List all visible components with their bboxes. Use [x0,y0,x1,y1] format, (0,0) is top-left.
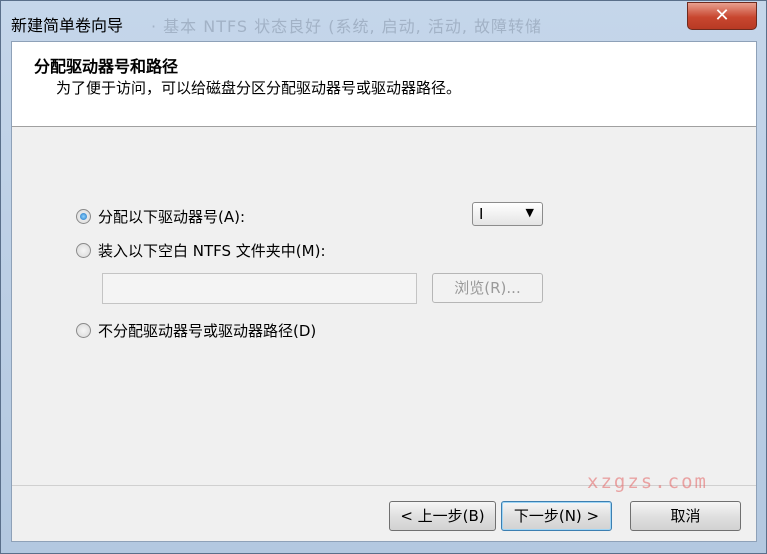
close-button[interactable]: ✕ [687,2,757,30]
title-bar[interactable]: 新建简单卷向导 · 基本 NTFS 状态良好 (系统, 启动, 活动, 故障转储… [1,1,766,39]
mount-folder-radio[interactable] [76,242,91,258]
mount-path-input[interactable] [102,273,417,304]
drive-letter-value: I [479,205,484,223]
cancel-button[interactable]: 取消 [630,501,741,531]
drive-letter-select[interactable]: I ▼ [472,202,543,226]
page-subtitle: 为了便于访问，可以给磁盘分区分配驱动器号或驱动器路径。 [56,79,462,97]
option-no-assign[interactable]: 不分配驱动器号或驱动器路径(D) [76,319,316,341]
next-button[interactable]: 下一步(N) > [501,501,612,531]
wizard-window: 新建简单卷向导 · 基本 NTFS 状态良好 (系统, 启动, 活动, 故障转储… [0,0,767,554]
chevron-down-icon: ▼ [525,206,534,219]
header-panel: 分配驱动器号和路径 为了便于访问，可以给磁盘分区分配驱动器号或驱动器路径。 [12,42,756,127]
assign-letter-label: 分配以下驱动器号(A): [98,207,246,226]
option-assign-letter[interactable]: 分配以下驱动器号(A): [76,205,245,227]
assign-letter-radio[interactable] [76,208,91,224]
no-assign-label: 不分配驱动器号或驱动器路径(D) [98,321,317,340]
back-button[interactable]: < 上一步(B) [389,501,496,531]
wizard-client-area: 分配驱动器号和路径 为了便于访问，可以给磁盘分区分配驱动器号或驱动器路径。 分配… [11,41,757,542]
no-assign-radio[interactable] [76,322,91,338]
window-title: 新建简单卷向导 [11,16,124,35]
page-title: 分配驱动器号和路径 [34,57,179,76]
close-icon: ✕ [714,5,730,26]
option-mount-folder[interactable]: 装入以下空白 NTFS 文件夹中(M): [76,239,326,261]
background-window-text: · 基本 NTFS 状态良好 (系统, 启动, 活动, 故障转储 [151,17,543,36]
mount-folder-label: 装入以下空白 NTFS 文件夹中(M): [98,241,326,260]
browse-button[interactable]: 浏览(R)... [432,273,543,303]
site-watermark: xzgzs.com [587,471,708,493]
